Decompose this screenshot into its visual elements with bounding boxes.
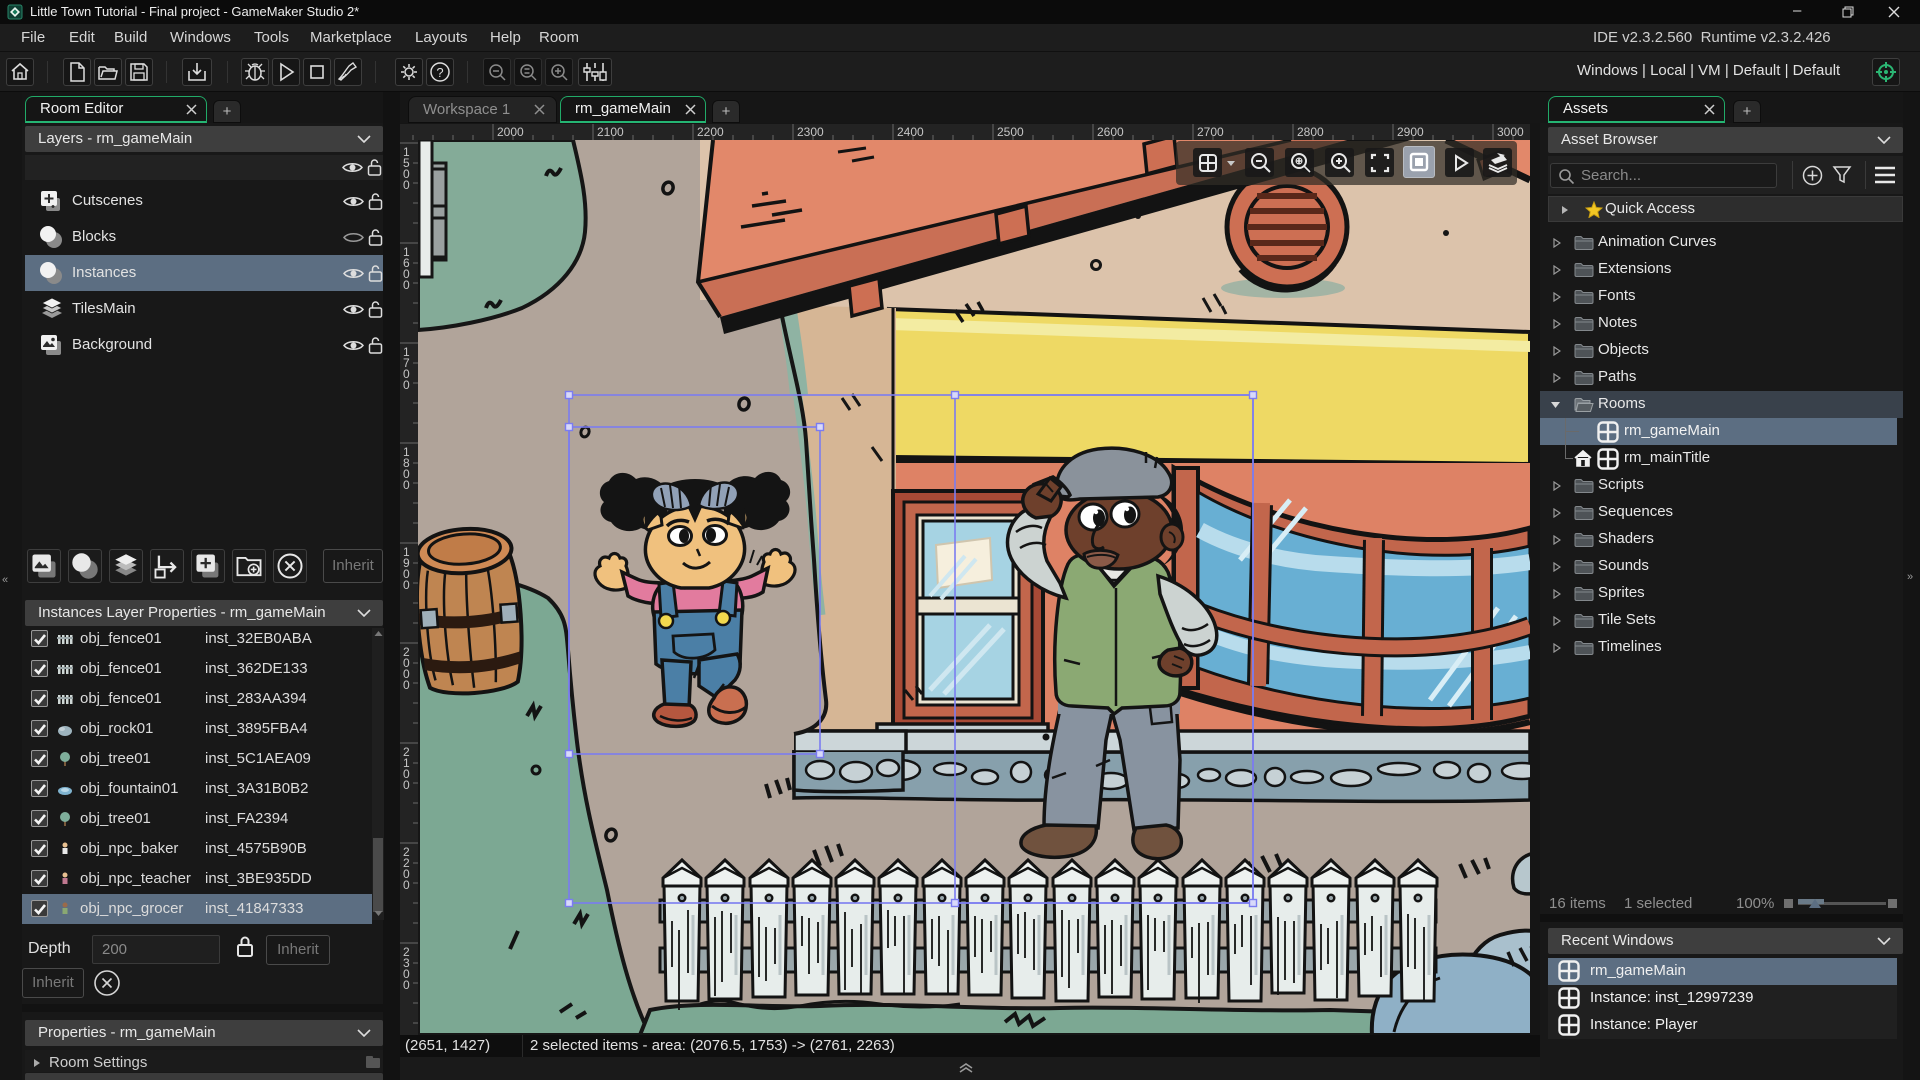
svg-text:2200: 2200 [697,125,724,139]
svg-text:2700: 2700 [1197,125,1224,139]
svg-text:2300: 2300 [797,125,824,139]
svg-text:?: ? [436,65,443,80]
svg-text:2500: 2500 [997,125,1024,139]
svg-text:2600: 2600 [1097,125,1124,139]
svg-text:0: 0 [403,778,410,792]
svg-text:0: 0 [403,178,410,192]
svg-text:2400: 2400 [897,125,924,139]
svg-text:0: 0 [403,878,410,892]
svg-text:0: 0 [403,378,410,392]
svg-text:3000: 3000 [1497,125,1524,139]
svg-text:0: 0 [403,578,410,592]
svg-text:0: 0 [403,978,410,992]
svg-text:2000: 2000 [497,125,524,139]
svg-text:0: 0 [403,678,410,692]
svg-text:0: 0 [403,278,410,292]
svg-text:2900: 2900 [1397,125,1424,139]
svg-text:2100: 2100 [597,125,624,139]
svg-text:0: 0 [403,478,410,492]
svg-text:2800: 2800 [1297,125,1324,139]
